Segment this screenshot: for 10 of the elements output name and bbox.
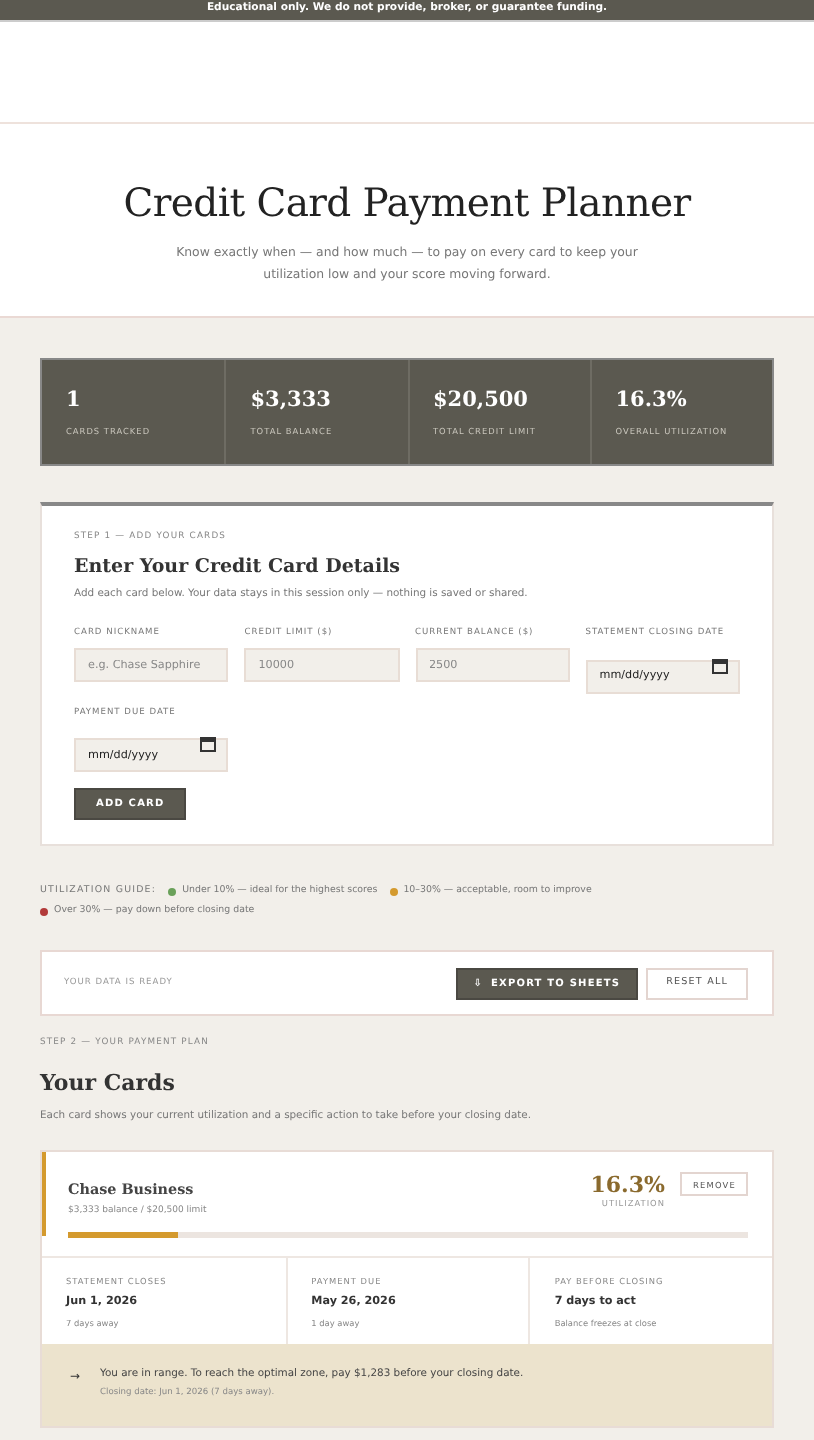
stat-value: 1 — [66, 388, 83, 412]
calendar-icon — [712, 657, 728, 673]
form-title: Enter Your Credit Card Details — [74, 556, 403, 578]
calendar-icon — [200, 736, 217, 752]
stat-value: 16.3% — [615, 388, 689, 412]
utilization-value: 16.3% — [590, 1172, 665, 1198]
section-title: Your Cards — [40, 1070, 177, 1096]
page-title: Credit Card Payment Planner — [121, 180, 693, 226]
stat-value: $20,500 — [433, 388, 530, 412]
stat-value: $3,333 — [250, 388, 333, 412]
